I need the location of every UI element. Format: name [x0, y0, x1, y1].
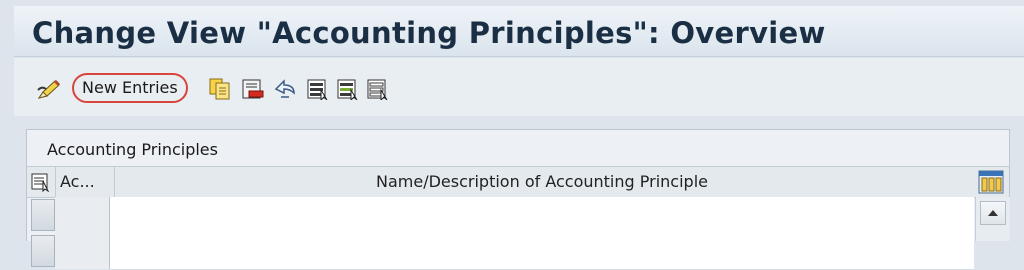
table-row — [27, 197, 1009, 234]
triangle-up-icon — [988, 210, 998, 216]
select-all-icon[interactable] — [306, 78, 330, 102]
vertical-scrollbar[interactable] — [975, 197, 1010, 241]
row-cell-ac[interactable] — [55, 233, 110, 269]
row-cell-ac[interactable] — [55, 197, 110, 233]
column-config-icon[interactable] — [31, 167, 53, 197]
delete-icon[interactable] — [240, 78, 264, 100]
column-header-name[interactable]: Name/Description of Accounting Principle — [110, 167, 974, 197]
table-row — [27, 233, 1009, 270]
application-toolbar: New Entries — [14, 58, 1024, 116]
title-bar: Change View "Accounting Principles": Ove… — [14, 6, 1024, 57]
deselect-all-icon[interactable] — [366, 78, 390, 102]
table-header: Ac... Name/Description of Accounting Pri… — [27, 166, 1009, 198]
edit-pen-icon[interactable] — [36, 78, 61, 100]
table-title: Accounting Principles — [47, 140, 218, 159]
new-entries-button[interactable]: New Entries — [72, 73, 188, 103]
row-cell-name[interactable] — [110, 197, 974, 234]
scroll-up-button[interactable] — [980, 201, 1006, 225]
accounting-principles-table: Accounting Principles Ac... Name/Descrip… — [26, 129, 1010, 270]
select-block-icon[interactable] — [336, 78, 360, 102]
column-header-ac[interactable]: Ac... — [55, 167, 115, 197]
table-settings-icon[interactable] — [978, 167, 1004, 197]
row-cell-name[interactable] — [110, 233, 974, 270]
copy-icon[interactable] — [208, 78, 232, 100]
row-selector[interactable] — [31, 199, 55, 231]
undo-icon[interactable] — [272, 78, 296, 100]
page-title: Change View "Accounting Principles": Ove… — [32, 16, 826, 50]
